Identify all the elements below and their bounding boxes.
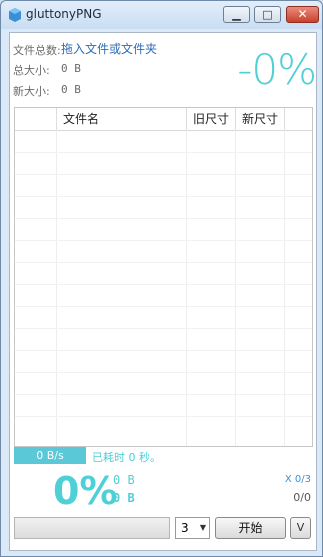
grid-line: [15, 394, 312, 395]
column-old-size[interactable]: 旧尺寸: [187, 108, 236, 130]
drop-files-link[interactable]: 拖入文件或文件夹: [61, 40, 157, 57]
new-size-label: 新大小:: [13, 85, 50, 98]
column-filename[interactable]: 文件名: [57, 108, 187, 130]
title-bar[interactable]: gluttonyPNG ▁ □ ✕: [1, 1, 322, 29]
grid-line: [15, 328, 312, 329]
minimize-button[interactable]: ▁: [223, 6, 250, 23]
maximize-icon: □: [262, 8, 273, 21]
list-header: 文件名 旧尺寸 新尺寸: [15, 108, 312, 131]
grid-line: [15, 372, 312, 373]
grid-line: [15, 240, 312, 241]
grid-line: [15, 174, 312, 175]
total-size-label: 总大小:: [13, 64, 50, 77]
file-list[interactable]: 文件名 旧尺寸 新尺寸: [14, 107, 313, 447]
close-icon: ✕: [297, 7, 308, 21]
grid-line: [15, 262, 312, 263]
speed-indicator: 0 B/s: [14, 447, 86, 464]
error-counter: X 0/3: [284, 474, 311, 485]
minimize-icon: ▁: [232, 8, 241, 21]
grid-line: [15, 284, 312, 285]
grid-line: [15, 350, 312, 351]
grid-line: [56, 130, 57, 446]
elapsed-time: 已耗时 0 秒。: [92, 451, 161, 464]
savings-percent: -0%: [237, 45, 317, 94]
progress-bar: [14, 517, 170, 539]
grid-line: [15, 196, 312, 197]
processed-bytes: 0 B: [113, 473, 135, 487]
threads-select[interactable]: 3 ▼: [175, 517, 210, 539]
grid-line: [284, 130, 285, 446]
done-counter: 0/0: [293, 491, 311, 504]
grid-line: [15, 306, 312, 307]
grid-line: [15, 416, 312, 417]
grid-line: [15, 152, 312, 153]
maximize-button[interactable]: □: [254, 6, 281, 23]
client-area: 文件总数: 拖入文件或文件夹 总大小: 0 B 新大小: 0 B -0% 文件名…: [9, 32, 317, 551]
app-icon: [9, 8, 21, 22]
close-button[interactable]: ✕: [286, 6, 319, 23]
chevron-down-icon: ▼: [199, 523, 206, 532]
grid-line: [186, 130, 187, 446]
window-title: gluttonyPNG: [26, 7, 102, 21]
new-size-value: 0 B: [61, 83, 81, 96]
column-blank[interactable]: [15, 108, 57, 130]
more-options-button[interactable]: V: [290, 517, 311, 539]
total-size-value: 0 B: [61, 62, 81, 75]
app-window: gluttonyPNG ▁ □ ✕ 文件总数: 拖入文件或文件夹 总大小: 0 …: [0, 0, 323, 557]
threads-value: 3: [181, 521, 189, 535]
start-button[interactable]: 开始: [215, 517, 286, 539]
progress-percent: 0%: [53, 469, 118, 513]
grid-line: [235, 130, 236, 446]
grid-line: [15, 218, 312, 219]
saved-bytes: 0 B: [113, 491, 135, 505]
files-count-label: 文件总数:: [13, 44, 61, 57]
column-new-size[interactable]: 新尺寸: [236, 108, 285, 130]
